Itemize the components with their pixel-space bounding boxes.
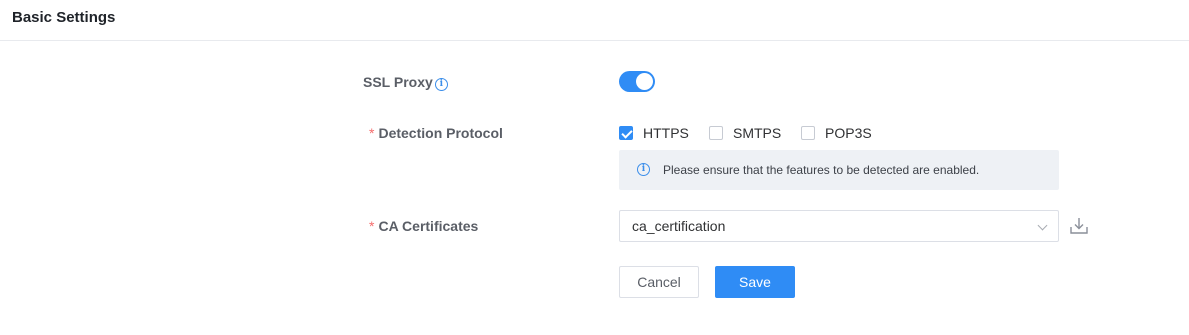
checkbox-https-box[interactable]	[619, 126, 633, 140]
detection-protocol-label: Detection Protocol	[378, 125, 503, 141]
required-marker: *	[369, 125, 375, 141]
ssl-proxy-label: SSL Proxy	[363, 74, 433, 90]
checkbox-smtps-label: SMTPS	[733, 125, 782, 141]
ca-certificates-label: CA Certificates	[378, 218, 479, 234]
checkbox-pop3s[interactable]: POP3S	[801, 124, 872, 142]
required-marker: *	[369, 218, 375, 234]
ca-certificates-select[interactable]: ca_certification	[619, 210, 1059, 242]
checkbox-https[interactable]: HTTPS	[619, 124, 689, 142]
ssl-proxy-toggle[interactable]	[619, 71, 655, 92]
detection-notice: i Please ensure that the features to be …	[619, 150, 1059, 190]
info-icon[interactable]: i	[434, 78, 448, 91]
ssl-proxy-label-row: SSL Proxy i	[363, 74, 448, 91]
detection-protocol-label-row: * Detection Protocol	[369, 125, 503, 141]
save-button[interactable]: Save	[715, 266, 795, 298]
checkbox-pop3s-box[interactable]	[801, 126, 815, 140]
ca-certificates-label-row: * CA Certificates	[369, 218, 478, 234]
checkbox-smtps[interactable]: SMTPS	[709, 124, 781, 142]
cancel-button[interactable]: Cancel	[619, 266, 699, 298]
section-header: Basic Settings	[0, 0, 1189, 41]
ca-certificates-selected-value: ca_certification	[632, 218, 726, 234]
notice-text: Please ensure that the features to be de…	[663, 163, 980, 177]
section-title: Basic Settings	[12, 9, 116, 26]
toggle-knob	[636, 73, 653, 90]
chevron-down-icon	[1037, 220, 1048, 231]
checkbox-pop3s-label: POP3S	[825, 125, 872, 141]
checkbox-https-label: HTTPS	[643, 125, 689, 141]
checkbox-smtps-box[interactable]	[709, 126, 723, 140]
download-icon[interactable]	[1068, 215, 1090, 237]
basic-settings-page: Basic Settings SSL Proxy i * Detection Pro…	[0, 0, 1189, 335]
info-icon: i	[637, 163, 650, 176]
